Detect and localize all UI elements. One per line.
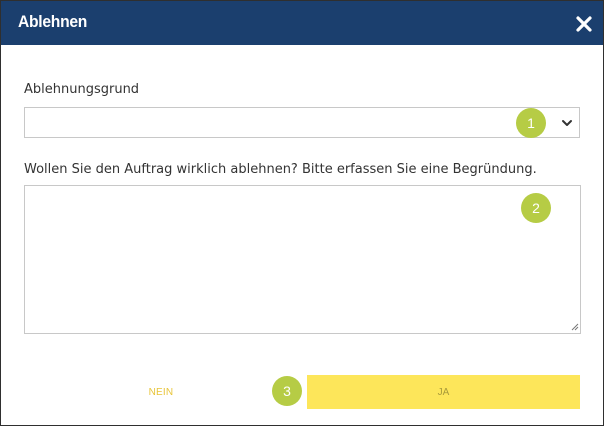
dialog-title: Ablehnen [18, 12, 88, 31]
reason-question-label: Wollen Sie den Auftrag wirklich ablehnen… [24, 162, 537, 177]
comment-textarea[interactable] [24, 185, 581, 334]
reason-select[interactable] [24, 107, 580, 138]
chevron-down-icon [562, 120, 572, 126]
step-badge-3: 3 [272, 376, 302, 406]
dialog-header: Ablehnen [1, 1, 603, 45]
reject-dialog: Ablehnen Ablehnungsgrund Wollen Sie den … [0, 0, 604, 426]
yes-button[interactable]: JA [307, 375, 580, 409]
step-badge-1: 1 [516, 108, 546, 138]
close-icon[interactable] [575, 15, 593, 33]
resize-grip-icon[interactable] [570, 322, 579, 331]
step-badge-2: 2 [521, 193, 551, 223]
reason-label: Ablehnungsgrund [24, 82, 140, 97]
no-button[interactable]: NEIN [131, 376, 191, 408]
